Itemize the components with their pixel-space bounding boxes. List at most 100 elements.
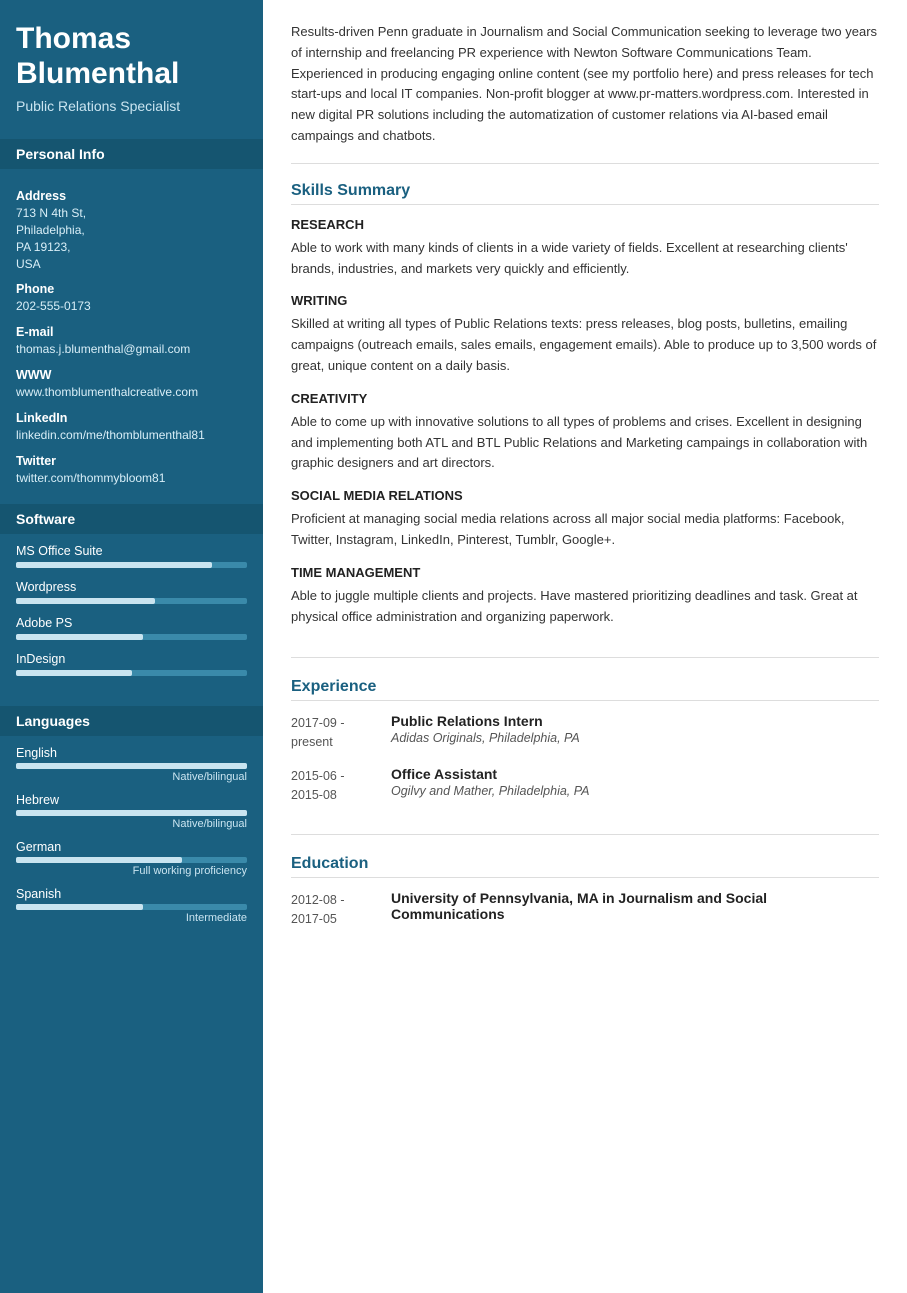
german-bar-bg (16, 857, 247, 863)
www-label: WWW (16, 368, 247, 382)
main-content: Results-driven Penn graduate in Journali… (263, 0, 907, 1293)
edu-1-role: University of Pennsylvania, MA in Journa… (391, 890, 879, 922)
german-label: German (16, 840, 247, 854)
email-value: thomas.j.blumenthal@gmail.com (16, 341, 247, 358)
adobe-ps-bar-bg (16, 634, 247, 640)
exp-item-1: 2017-09 -present Public Relations Intern… (291, 713, 879, 752)
candidate-name: Thomas Blumenthal (16, 22, 247, 91)
lang-english: English Native/bilingual (16, 746, 247, 783)
hebrew-level: Native/bilingual (16, 818, 247, 830)
exp-1-date: 2017-09 -present (291, 713, 391, 752)
skill-research-name: RESEARCH (291, 217, 879, 232)
english-level: Native/bilingual (16, 771, 247, 783)
exp-2-company: Ogilvy and Mather, Philadelphia, PA (391, 784, 879, 798)
indesign-label: InDesign (16, 652, 247, 666)
spanish-bar-fill (16, 904, 143, 910)
adobe-ps-label: Adobe PS (16, 616, 247, 630)
linkedin-label: LinkedIn (16, 411, 247, 425)
address-value: 713 N 4th St,Philadelphia,PA 19123,USA (16, 205, 247, 272)
german-bar-fill (16, 857, 182, 863)
personal-info-header: Personal Info (0, 139, 263, 169)
skill-writing-name: WRITING (291, 293, 879, 308)
summary-text: Results-driven Penn graduate in Journali… (291, 22, 879, 164)
software-content: MS Office Suite Wordpress Adobe PS InDes… (0, 534, 263, 698)
wordpress-label: Wordpress (16, 580, 247, 594)
skill-social-media: SOCIAL MEDIA RELATIONS Proficient at man… (291, 488, 879, 551)
email-block: E-mail thomas.j.blumenthal@gmail.com (16, 325, 247, 358)
www-value: www.thomblumenthalcreative.com (16, 384, 247, 401)
address-label: Address (16, 189, 247, 203)
languages-content: English Native/bilingual Hebrew Native/b… (0, 736, 263, 944)
ms-office-label: MS Office Suite (16, 544, 247, 558)
skill-creativity: CREATIVITY Able to come up with innovati… (291, 391, 879, 474)
skill-research: RESEARCH Able to work with many kinds of… (291, 217, 879, 280)
linkedin-value: linkedin.com/me/thomblumenthal81 (16, 427, 247, 444)
twitter-block: Twitter twitter.com/thommybloom81 (16, 454, 247, 487)
software-ms-office: MS Office Suite (16, 544, 247, 568)
linkedin-block: LinkedIn linkedin.com/me/thomblumenthal8… (16, 411, 247, 444)
spanish-level: Intermediate (16, 912, 247, 924)
exp-1-role: Public Relations Intern (391, 713, 879, 729)
exp-item-2: 2015-06 -2015-08 Office Assistant Ogilvy… (291, 766, 879, 805)
software-header: Software (0, 504, 263, 534)
skill-time-management-desc: Able to juggle multiple clients and proj… (291, 586, 879, 628)
skill-time-management-name: TIME MANAGEMENT (291, 565, 879, 580)
exp-1-company: Adidas Originals, Philadelphia, PA (391, 731, 879, 745)
skill-writing: WRITING Skilled at writing all types of … (291, 293, 879, 376)
skills-section-title: Skills Summary (291, 182, 879, 205)
personal-info-content: Address 713 N 4th St,Philadelphia,PA 191… (0, 169, 263, 496)
exp-2-role: Office Assistant (391, 766, 879, 782)
hebrew-bar-fill (16, 810, 247, 816)
software-adobe-ps: Adobe PS (16, 616, 247, 640)
english-bar-bg (16, 763, 247, 769)
indesign-bar-bg (16, 670, 247, 676)
education-section: Education 2012-08 -2017-05 University of… (291, 855, 879, 959)
address-block: Address 713 N 4th St,Philadelphia,PA 191… (16, 189, 247, 272)
exp-1-details: Public Relations Intern Adidas Originals… (391, 713, 879, 752)
skill-research-desc: Able to work with many kinds of clients … (291, 238, 879, 280)
edu-1-date: 2012-08 -2017-05 (291, 890, 391, 929)
exp-2-date: 2015-06 -2015-08 (291, 766, 391, 805)
skills-section: Skills Summary RESEARCH Able to work wit… (291, 182, 879, 659)
skill-writing-desc: Skilled at writing all types of Public R… (291, 314, 879, 376)
candidate-title: Public Relations Specialist (16, 97, 247, 115)
skill-social-media-desc: Proficient at managing social media rela… (291, 509, 879, 551)
edu-1-details: University of Pennsylvania, MA in Journa… (391, 890, 879, 929)
hebrew-bar-bg (16, 810, 247, 816)
experience-section-title: Experience (291, 678, 879, 701)
education-section-title: Education (291, 855, 879, 878)
sidebar: Thomas Blumenthal Public Relations Speci… (0, 0, 263, 1293)
www-block: WWW www.thomblumenthalcreative.com (16, 368, 247, 401)
spanish-bar-bg (16, 904, 247, 910)
hebrew-label: Hebrew (16, 793, 247, 807)
ms-office-bar-fill (16, 562, 212, 568)
adobe-ps-bar-fill (16, 634, 143, 640)
exp-2-details: Office Assistant Ogilvy and Mather, Phil… (391, 766, 879, 805)
lang-spanish: Spanish Intermediate (16, 887, 247, 924)
phone-value: 202-555-0173 (16, 298, 247, 315)
ms-office-bar-bg (16, 562, 247, 568)
software-wordpress: Wordpress (16, 580, 247, 604)
skill-social-media-name: SOCIAL MEDIA RELATIONS (291, 488, 879, 503)
languages-header: Languages (0, 706, 263, 736)
email-label: E-mail (16, 325, 247, 339)
wordpress-bar-fill (16, 598, 155, 604)
lang-german: German Full working proficiency (16, 840, 247, 877)
spanish-label: Spanish (16, 887, 247, 901)
twitter-value: twitter.com/thommybloom81 (16, 470, 247, 487)
lang-hebrew: Hebrew Native/bilingual (16, 793, 247, 830)
software-indesign: InDesign (16, 652, 247, 676)
wordpress-bar-bg (16, 598, 247, 604)
phone-block: Phone 202-555-0173 (16, 282, 247, 315)
english-label: English (16, 746, 247, 760)
skill-creativity-desc: Able to come up with innovative solution… (291, 412, 879, 474)
german-level: Full working proficiency (16, 865, 247, 877)
skill-creativity-name: CREATIVITY (291, 391, 879, 406)
indesign-bar-fill (16, 670, 132, 676)
skill-time-management: TIME MANAGEMENT Able to juggle multiple … (291, 565, 879, 628)
twitter-label: Twitter (16, 454, 247, 468)
sidebar-header: Thomas Blumenthal Public Relations Speci… (0, 0, 263, 131)
experience-section: Experience 2017-09 -present Public Relat… (291, 678, 879, 835)
edu-item-1: 2012-08 -2017-05 University of Pennsylva… (291, 890, 879, 929)
phone-label: Phone (16, 282, 247, 296)
